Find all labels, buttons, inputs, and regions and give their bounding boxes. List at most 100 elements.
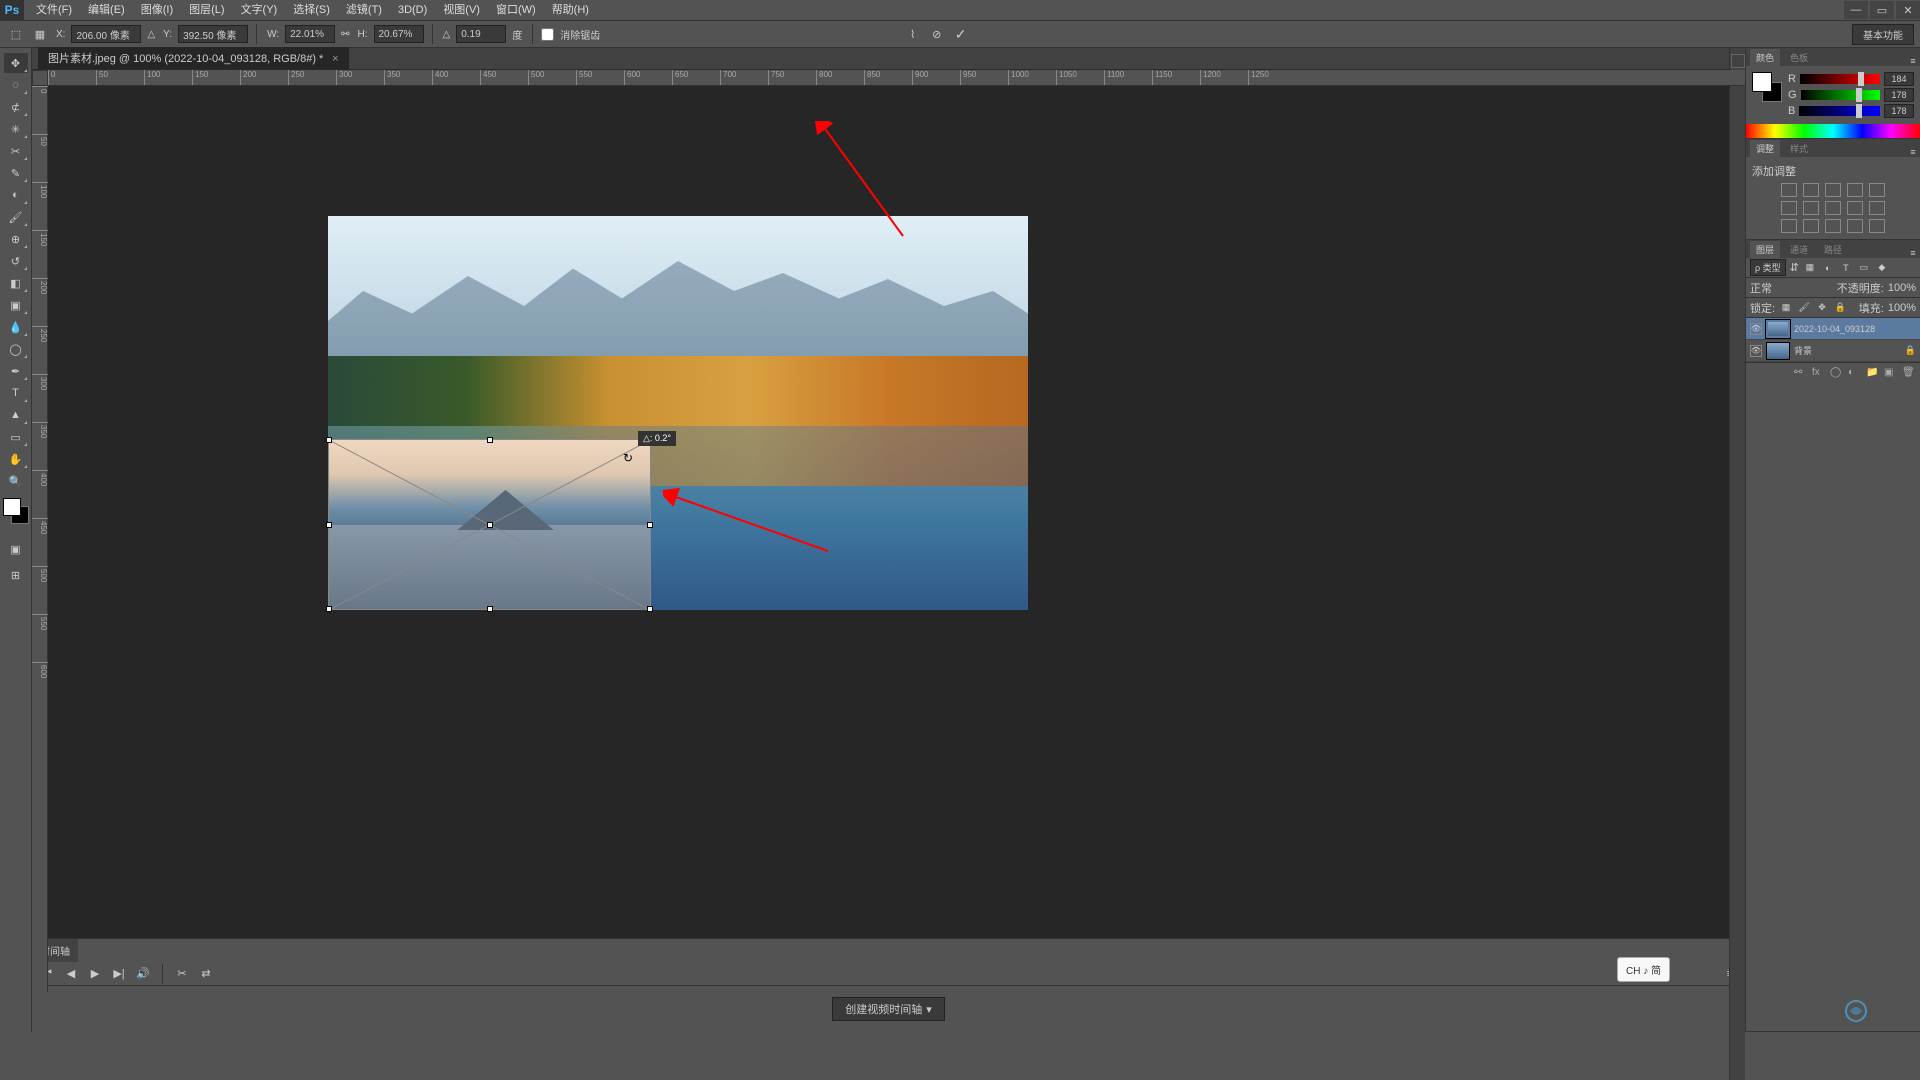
layer-mask-icon[interactable]: ◯ xyxy=(1830,367,1842,379)
transform-handle-ml[interactable] xyxy=(326,522,332,528)
crop-tool[interactable]: ✂ xyxy=(4,141,28,161)
tab-channels[interactable]: 通道 xyxy=(1784,241,1814,258)
new-layer-icon[interactable]: ▣ xyxy=(1884,367,1896,379)
eraser-tool[interactable]: ◧ xyxy=(4,273,28,293)
layer-item-active[interactable]: 👁 2022-10-04_093128 xyxy=(1746,318,1920,340)
lasso-tool[interactable]: ⊄ xyxy=(4,97,28,117)
transform-handle-tl[interactable] xyxy=(326,437,332,443)
menu-image[interactable]: 图像(I) xyxy=(133,0,181,20)
tab-layers[interactable]: 图层 xyxy=(1750,241,1780,258)
transform-handle-tc[interactable] xyxy=(487,437,493,443)
new-group-icon[interactable]: 📁 xyxy=(1866,367,1878,379)
adj-photo-filter-icon[interactable] xyxy=(1825,201,1841,215)
menu-window[interactable]: 窗口(W) xyxy=(488,0,544,20)
menu-type[interactable]: 文字(Y) xyxy=(233,0,286,20)
color-swatches[interactable] xyxy=(3,498,29,524)
link-wh-icon[interactable]: ⚯ xyxy=(339,29,351,40)
move-tool[interactable]: ✥ xyxy=(4,53,28,73)
blur-tool[interactable]: 💧 xyxy=(4,317,28,337)
panel-menu-icon[interactable]: ≡ xyxy=(1906,147,1920,157)
layer-item-background[interactable]: 👁 背景 🔒 xyxy=(1746,340,1920,362)
layer-filter-type[interactable]: ρ 类型 xyxy=(1750,259,1786,276)
visibility-toggle-icon[interactable]: 👁 xyxy=(1750,323,1762,335)
eyedropper-tool[interactable]: ✎ xyxy=(4,163,28,183)
filter-adjust-icon[interactable]: ◐ xyxy=(1821,263,1835,273)
layer-name[interactable]: 2022-10-04_093128 xyxy=(1794,324,1875,334)
opacity-input[interactable]: 100% xyxy=(1888,282,1916,294)
screen-mode-icon[interactable]: ⊞ xyxy=(4,565,28,585)
adj-levels-icon[interactable] xyxy=(1803,183,1819,197)
maximize-button[interactable]: ▭ xyxy=(1870,1,1894,19)
adj-threshold-icon[interactable] xyxy=(1825,219,1841,233)
filter-shape-icon[interactable]: ▭ xyxy=(1857,262,1871,273)
new-fill-icon[interactable]: ◐ xyxy=(1848,367,1860,379)
fill-input[interactable]: 100% xyxy=(1888,302,1916,314)
ruler-vertical[interactable]: 050100150200250300350400450500550600 xyxy=(32,86,48,992)
path-select-tool[interactable]: ▲ xyxy=(4,405,28,425)
angle-input[interactable] xyxy=(456,25,506,43)
menu-view[interactable]: 视图(V) xyxy=(435,0,488,20)
adj-gradient-map-icon[interactable] xyxy=(1847,219,1863,233)
menu-help[interactable]: 帮助(H) xyxy=(544,0,597,20)
zoom-tool[interactable]: 🔍 xyxy=(4,471,28,491)
adj-exposure-icon[interactable] xyxy=(1847,183,1863,197)
color-spectrum[interactable] xyxy=(1746,124,1920,138)
hand-tool[interactable]: ✋ xyxy=(4,449,28,469)
transform-tool-icon[interactable]: ⬚ xyxy=(6,24,26,44)
adj-bw-icon[interactable] xyxy=(1803,201,1819,215)
panel-menu-icon[interactable]: ≡ xyxy=(1906,56,1920,66)
antialias-checkbox[interactable] xyxy=(541,28,554,41)
transform-handle-br[interactable] xyxy=(647,606,653,612)
menu-3d[interactable]: 3D(D) xyxy=(390,0,435,20)
create-timeline-button[interactable]: 创建视频时间轴▾ xyxy=(832,997,945,1021)
menu-select[interactable]: 选择(S) xyxy=(285,0,338,20)
menu-edit[interactable]: 编辑(E) xyxy=(80,0,133,20)
transform-handle-mr[interactable] xyxy=(647,522,653,528)
g-slider[interactable] xyxy=(1801,90,1880,100)
brush-tool[interactable]: 🖌 xyxy=(4,207,28,227)
healing-brush-tool[interactable]: ◐ xyxy=(4,185,28,205)
quick-mask-icon[interactable]: ▣ xyxy=(4,539,28,559)
g-value[interactable]: 178 xyxy=(1884,88,1914,102)
adj-vibrance-icon[interactable] xyxy=(1869,183,1885,197)
canvas[interactable]: △: 0.2° ↻ xyxy=(48,86,1745,992)
menu-layer[interactable]: 图层(L) xyxy=(181,0,232,20)
clone-stamp-tool[interactable]: ⊕ xyxy=(4,229,28,249)
timeline-split-icon[interactable]: ✂ xyxy=(173,965,191,983)
adj-lookup-icon[interactable] xyxy=(1869,201,1885,215)
r-slider[interactable] xyxy=(1800,74,1880,84)
delete-layer-icon[interactable]: 🗑 xyxy=(1902,367,1914,379)
b-value[interactable]: 178 xyxy=(1884,104,1914,118)
marquee-tool[interactable]: ◌ xyxy=(4,75,28,95)
y-input[interactable] xyxy=(178,25,248,43)
history-brush-tool[interactable]: ↺ xyxy=(4,251,28,271)
filter-type-icon[interactable]: T xyxy=(1839,263,1853,273)
collapsed-panel-strip[interactable] xyxy=(1729,48,1745,1080)
pen-tool[interactable]: ✒ xyxy=(4,361,28,381)
layer-thumbnail[interactable] xyxy=(1766,320,1790,338)
w-input[interactable] xyxy=(285,25,335,43)
timeline-transition-icon[interactable]: ⇄ xyxy=(197,965,215,983)
transform-handle-bc[interactable] xyxy=(487,606,493,612)
timeline-play-icon[interactable]: ▶ xyxy=(86,965,104,983)
tab-adjustments[interactable]: 调整 xyxy=(1750,140,1780,157)
b-slider[interactable] xyxy=(1799,106,1880,116)
commit-transform-icon[interactable]: ✓ xyxy=(955,26,967,43)
document-tab[interactable]: 图片素材.jpeg @ 100% (2022-10-04_093128, RGB… xyxy=(38,46,349,69)
reference-point-icon[interactable]: ▦ xyxy=(30,24,50,44)
adj-brightness-icon[interactable] xyxy=(1781,183,1797,197)
color-fg-bg[interactable] xyxy=(1752,72,1782,102)
transform-center-icon[interactable] xyxy=(487,522,493,528)
adj-selective-icon[interactable] xyxy=(1869,219,1885,233)
tab-color[interactable]: 颜色 xyxy=(1750,49,1780,66)
filter-pixel-icon[interactable]: ▦ xyxy=(1803,262,1817,273)
transform-bounding-box[interactable] xyxy=(328,439,651,610)
visibility-toggle-icon[interactable]: 👁 xyxy=(1750,345,1762,357)
type-tool[interactable]: T xyxy=(4,383,28,403)
timeline-next-icon[interactable]: ▶| xyxy=(110,965,128,983)
history-panel-icon[interactable] xyxy=(1731,54,1745,68)
adj-hue-icon[interactable] xyxy=(1781,201,1797,215)
x-input[interactable] xyxy=(71,25,141,43)
adj-channel-mixer-icon[interactable] xyxy=(1847,201,1863,215)
gradient-tool[interactable]: ▣ xyxy=(4,295,28,315)
